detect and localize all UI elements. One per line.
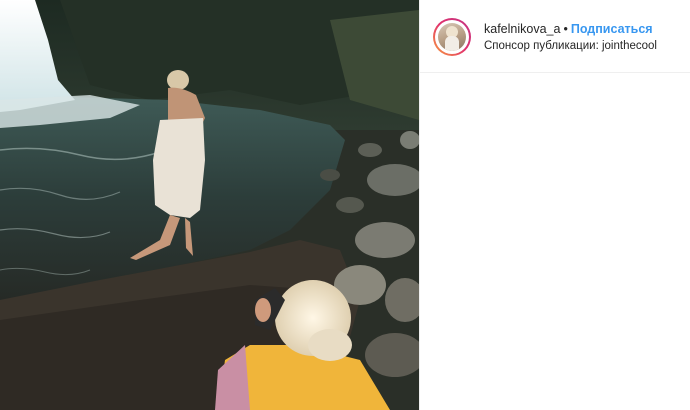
post-image[interactable] (0, 0, 419, 410)
follow-button[interactable]: Подписаться (571, 22, 653, 36)
user-line: kafelnikova_a • Подписаться (484, 22, 653, 36)
username-link[interactable]: kafelnikova_a (484, 22, 560, 36)
avatar[interactable] (433, 18, 471, 56)
sponsor-prefix: Спонсор публикации: (484, 40, 602, 52)
sponsor-line: Спонсор публикации: jointhecool (484, 40, 657, 52)
avatar-photo-icon (438, 23, 466, 51)
separator-dot: • (563, 22, 568, 36)
sponsor-link[interactable]: jointhecool (602, 40, 657, 52)
post-header: kafelnikova_a • Подписаться Спонсор публик… (420, 0, 690, 73)
